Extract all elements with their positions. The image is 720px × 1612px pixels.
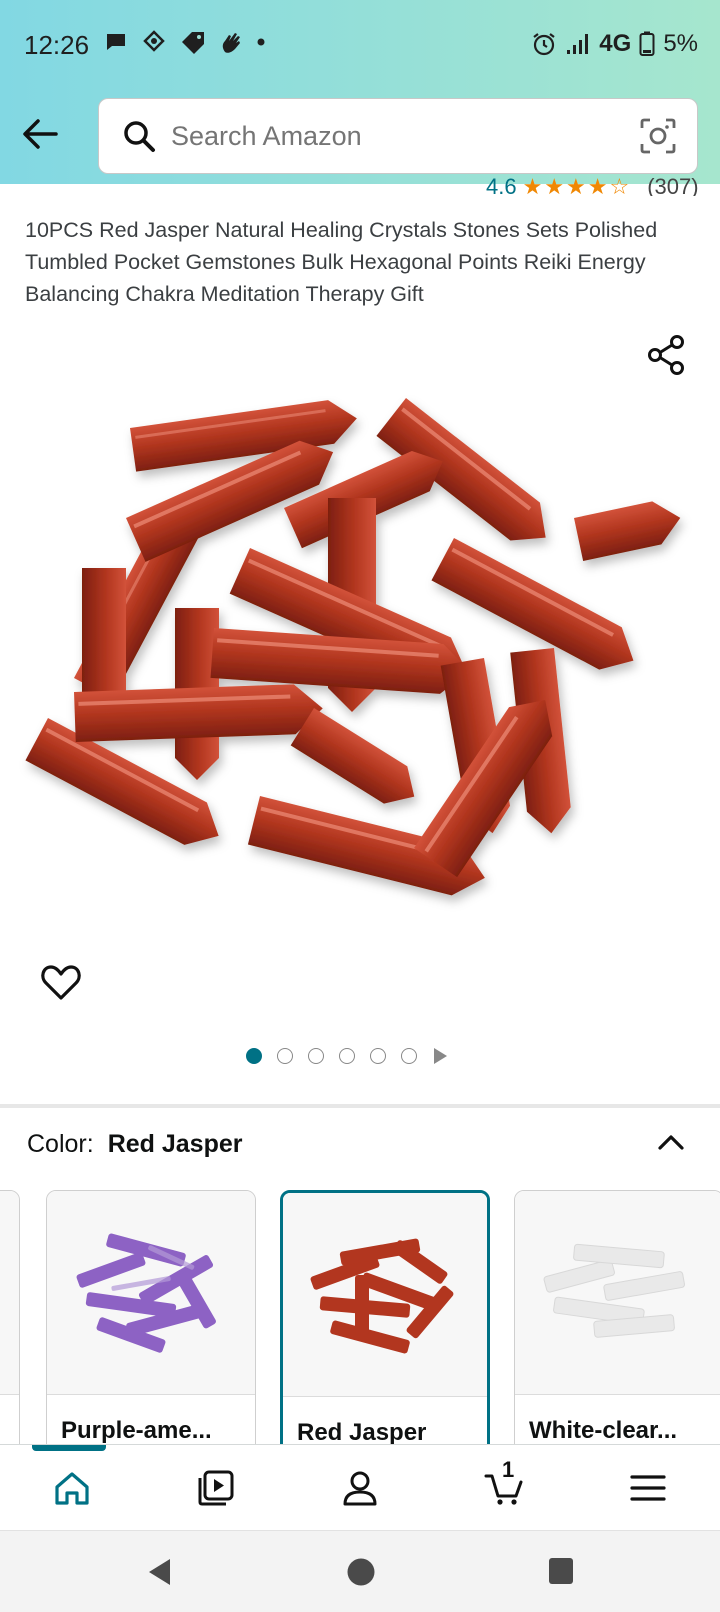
- rating-stars: ★★★★☆: [522, 178, 632, 196]
- bottom-navigation: 1: [0, 1444, 720, 1530]
- nav-account[interactable]: [288, 1445, 432, 1530]
- search-input[interactable]: [171, 120, 639, 152]
- color-swatch-red-jasper[interactable]: Red Jasper: [280, 1190, 490, 1444]
- color-label: Color:: [27, 1130, 94, 1158]
- status-system: 4G 5%: [531, 30, 698, 58]
- share-icon[interactable]: [646, 334, 688, 376]
- carousel-dot-2[interactable]: [277, 1048, 293, 1064]
- color-selected-value: Red Jasper: [107, 1130, 243, 1158]
- carousel-dot-1[interactable]: [246, 1048, 262, 1064]
- hand-icon: [222, 33, 240, 53]
- status-bar: 12:26 4G 5%: [0, 0, 720, 90]
- section-divider: [0, 1104, 720, 1108]
- cart-count-badge: 1: [502, 1457, 515, 1482]
- alarm-icon: [533, 33, 555, 56]
- system-navigation-bar: [0, 1530, 720, 1612]
- tag-icon: [182, 32, 204, 54]
- battery-level: 5%: [663, 30, 698, 57]
- back-arrow-icon: [23, 119, 58, 149]
- color-swatch-white[interactable]: White-clear...: [514, 1190, 720, 1444]
- menu-icon: [630, 1474, 666, 1501]
- status-notifications: [104, 30, 266, 54]
- battery-icon: [639, 31, 655, 56]
- amethyst-points-image: [76, 1233, 216, 1353]
- system-home-icon[interactable]: [346, 1557, 376, 1587]
- swatch-thumbnail-white: [515, 1191, 720, 1395]
- swatch-thumbnail-purple: [47, 1191, 255, 1395]
- system-recents-icon[interactable]: [548, 1557, 574, 1585]
- shield-icon: [143, 30, 165, 52]
- network-label: 4G: [599, 30, 632, 57]
- carousel-dot-4[interactable]: [339, 1048, 355, 1064]
- video-icon: [198, 1470, 234, 1505]
- product-title: 10PCS Red Jasper Natural Healing Crystal…: [25, 218, 658, 306]
- system-back-icon[interactable]: [146, 1557, 172, 1587]
- swatch-thumbnail: [0, 1191, 19, 1395]
- nav-home[interactable]: [0, 1445, 144, 1530]
- color-selector-label: Color: Red Jasper: [27, 1130, 242, 1159]
- heart-icon[interactable]: [40, 962, 82, 1004]
- rating-value: 4.6: [486, 178, 517, 196]
- color-swatch-purple[interactable]: Purple-ame...: [46, 1190, 256, 1444]
- red-jasper-points-image: [310, 1238, 454, 1353]
- chat-icon: [107, 34, 125, 50]
- review-count: (307): [647, 178, 699, 196]
- camera-lens-icon[interactable]: [639, 117, 677, 155]
- swatch-thumbnail-red: [283, 1193, 487, 1397]
- search-icon: [124, 121, 155, 152]
- status-time: 12:26: [24, 30, 90, 60]
- product-image[interactable]: [14, 378, 694, 918]
- top-header: [0, 90, 720, 184]
- signal-icon: [567, 34, 589, 54]
- search-bar[interactable]: [98, 98, 698, 174]
- color-swatch-previous[interactable]: [0, 1190, 20, 1444]
- back-button[interactable]: [18, 112, 62, 156]
- nav-video[interactable]: [144, 1445, 288, 1530]
- account-icon: [343, 1471, 377, 1505]
- color-swatch-list[interactable]: Purple-ame... Red Jasper White-clear...: [0, 1188, 720, 1444]
- image-carousel-dots[interactable]: [246, 1048, 447, 1064]
- carousel-dot-6[interactable]: [401, 1048, 417, 1064]
- dot-icon: [257, 38, 265, 46]
- carousel-dot-3[interactable]: [308, 1048, 324, 1064]
- nav-cart[interactable]: 1: [432, 1445, 576, 1530]
- carousel-dot-5[interactable]: [370, 1048, 386, 1064]
- nav-menu[interactable]: [576, 1445, 720, 1530]
- rating-row[interactable]: 4.6 ★★★★☆ (307): [486, 178, 699, 196]
- home-icon: [55, 1471, 89, 1505]
- chevron-up-icon[interactable]: [656, 1130, 686, 1154]
- swatch-name-purple: Purple-ame...: [61, 1417, 212, 1444]
- clear-quartz-points-image: [543, 1243, 685, 1338]
- swatch-name-white: White-clear...: [529, 1417, 678, 1444]
- swatch-name-red: Red Jasper: [297, 1419, 427, 1444]
- play-video-icon[interactable]: [434, 1048, 447, 1064]
